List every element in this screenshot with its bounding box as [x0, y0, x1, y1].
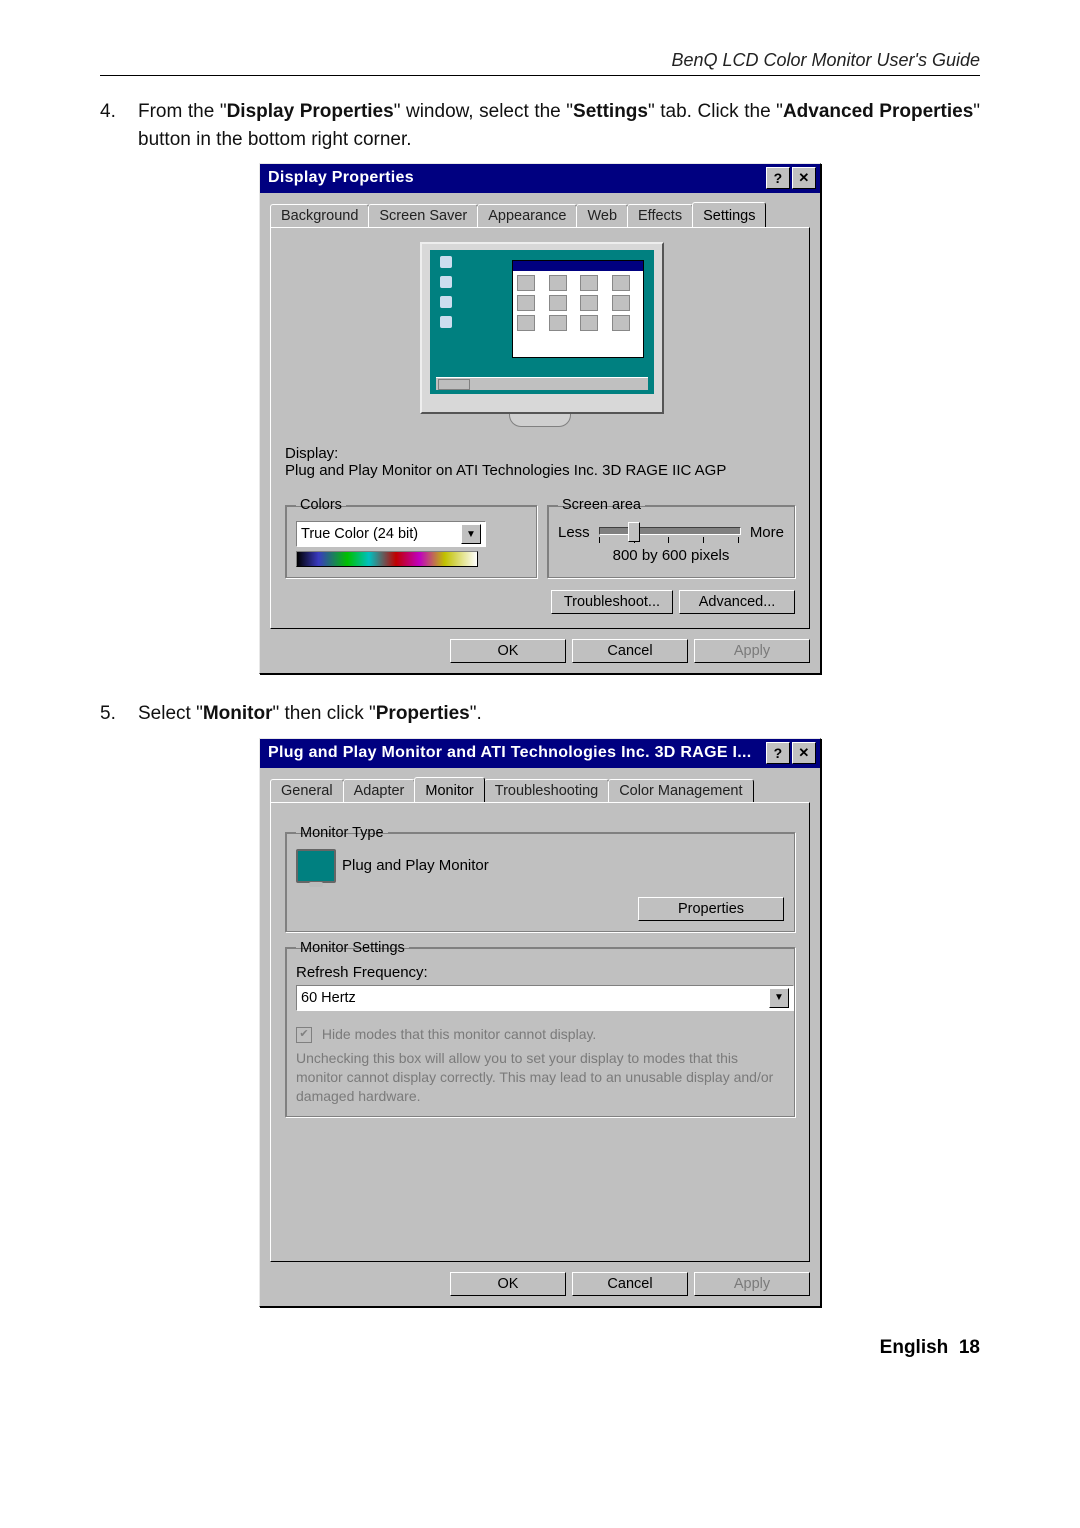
tab-general[interactable]: General: [270, 779, 344, 803]
cancel-button[interactable]: Cancel: [572, 1272, 688, 1296]
step-text: Select "Monitor" then click "Properties"…: [138, 700, 980, 728]
properties-button[interactable]: Properties: [638, 897, 784, 921]
refresh-value: 60 Hertz: [301, 990, 356, 1006]
tab-web[interactable]: Web: [576, 204, 628, 228]
apply-button[interactable]: Apply: [694, 639, 810, 663]
step-number: 5.: [100, 700, 138, 728]
more-label: More: [750, 524, 784, 541]
hide-modes-row: ✔ Hide modes that this monitor cannot di…: [296, 1025, 784, 1044]
monitor-preview: [285, 242, 795, 427]
close-button[interactable]: ✕: [792, 167, 816, 189]
tab-background[interactable]: Background: [270, 204, 369, 228]
display-label: Display:: [285, 445, 795, 462]
tab-screen-saver[interactable]: Screen Saver: [368, 204, 478, 228]
monitor-icon: [296, 849, 336, 883]
tab-adapter[interactable]: Adapter: [343, 779, 416, 803]
tab-appearance[interactable]: Appearance: [477, 204, 577, 228]
step-text: From the "Display Properties" window, se…: [138, 98, 980, 153]
step-number: 4.: [100, 98, 138, 126]
chevron-down-icon: ▼: [461, 524, 481, 544]
titlebar: Plug and Play Monitor and ATI Technologi…: [260, 739, 820, 768]
chevron-down-icon: ▼: [769, 988, 789, 1008]
advanced-button[interactable]: Advanced...: [679, 590, 795, 614]
t-bold: Advanced Properties: [783, 101, 973, 122]
slider-thumb-icon: [628, 522, 640, 542]
dialog-display-properties: Display Properties ? ✕ Background Screen…: [259, 163, 821, 674]
less-label: Less: [558, 524, 590, 541]
colors-value: True Color (24 bit): [301, 526, 418, 542]
cancel-button[interactable]: Cancel: [572, 639, 688, 663]
screenarea-legend: Screen area: [558, 497, 645, 513]
settings-panel: Display: Plug and Play Monitor on ATI Te…: [270, 227, 810, 629]
page-footer: English 18: [100, 1337, 980, 1359]
t-bold: Properties: [376, 703, 470, 724]
t: " window, select the ": [394, 101, 573, 122]
step-5: 5. Select "Monitor" then click "Properti…: [100, 700, 980, 728]
t: ".: [470, 703, 482, 724]
t: " then click ": [273, 703, 376, 724]
hide-modes-hint: Unchecking this box will allow you to se…: [296, 1049, 784, 1106]
monitor-name: Plug and Play Monitor: [342, 857, 489, 874]
help-button[interactable]: ?: [766, 167, 790, 189]
ok-button[interactable]: OK: [450, 1272, 566, 1296]
tab-effects[interactable]: Effects: [627, 204, 693, 228]
t-bold: Monitor: [203, 703, 273, 724]
doc-header: BenQ LCD Color Monitor User's Guide: [100, 50, 980, 75]
tab-monitor[interactable]: Monitor: [414, 777, 484, 805]
t-bold: Settings: [573, 101, 648, 122]
t-bold: Display Properties: [227, 101, 394, 122]
monitor-type-legend: Monitor Type: [296, 825, 388, 841]
tab-troubleshooting[interactable]: Troubleshooting: [484, 779, 609, 803]
monitor-panel: Monitor Type Plug and Play Monitor Prope…: [270, 802, 810, 1262]
apply-button[interactable]: Apply: [694, 1272, 810, 1296]
monitor-settings-legend: Monitor Settings: [296, 940, 409, 956]
footer-page: 18: [959, 1337, 980, 1358]
divider: [100, 75, 980, 76]
t: Select ": [138, 703, 203, 724]
step-4: 4. From the "Display Properties" window,…: [100, 98, 980, 153]
hide-modes-checkbox[interactable]: ✔: [296, 1027, 312, 1043]
t: From the ": [138, 101, 227, 122]
troubleshoot-button[interactable]: Troubleshoot...: [551, 590, 673, 614]
dialog-monitor-properties: Plug and Play Monitor and ATI Technologi…: [259, 738, 821, 1307]
tabstrip: General Adapter Monitor Troubleshooting …: [270, 777, 810, 803]
display-value: Plug and Play Monitor on ATI Technologie…: [285, 462, 795, 479]
colors-legend: Colors: [296, 497, 346, 513]
resolution-value: 800 by 600 pixels: [558, 547, 784, 564]
hide-modes-label: Hide modes that this monitor cannot disp…: [322, 1026, 596, 1042]
window-title: Display Properties: [268, 169, 764, 187]
tabstrip: Background Screen Saver Appearance Web E…: [270, 202, 810, 228]
refresh-label: Refresh Frequency:: [296, 964, 784, 981]
window-title: Plug and Play Monitor and ATI Technologi…: [268, 744, 764, 762]
color-spectrum-icon: [296, 551, 478, 567]
help-button[interactable]: ?: [766, 742, 790, 764]
close-button[interactable]: ✕: [792, 742, 816, 764]
screen-area-slider[interactable]: [599, 527, 741, 535]
monitor-screen-icon: [420, 242, 664, 414]
titlebar: Display Properties ? ✕: [260, 164, 820, 193]
colors-combobox[interactable]: True Color (24 bit) ▼: [296, 521, 486, 547]
tab-color-management[interactable]: Color Management: [608, 779, 753, 803]
tab-settings[interactable]: Settings: [692, 202, 766, 230]
ok-button[interactable]: OK: [450, 639, 566, 663]
footer-lang: English: [880, 1337, 949, 1358]
refresh-combobox[interactable]: 60 Hertz ▼: [296, 985, 794, 1011]
t: " tab. Click the ": [648, 101, 783, 122]
